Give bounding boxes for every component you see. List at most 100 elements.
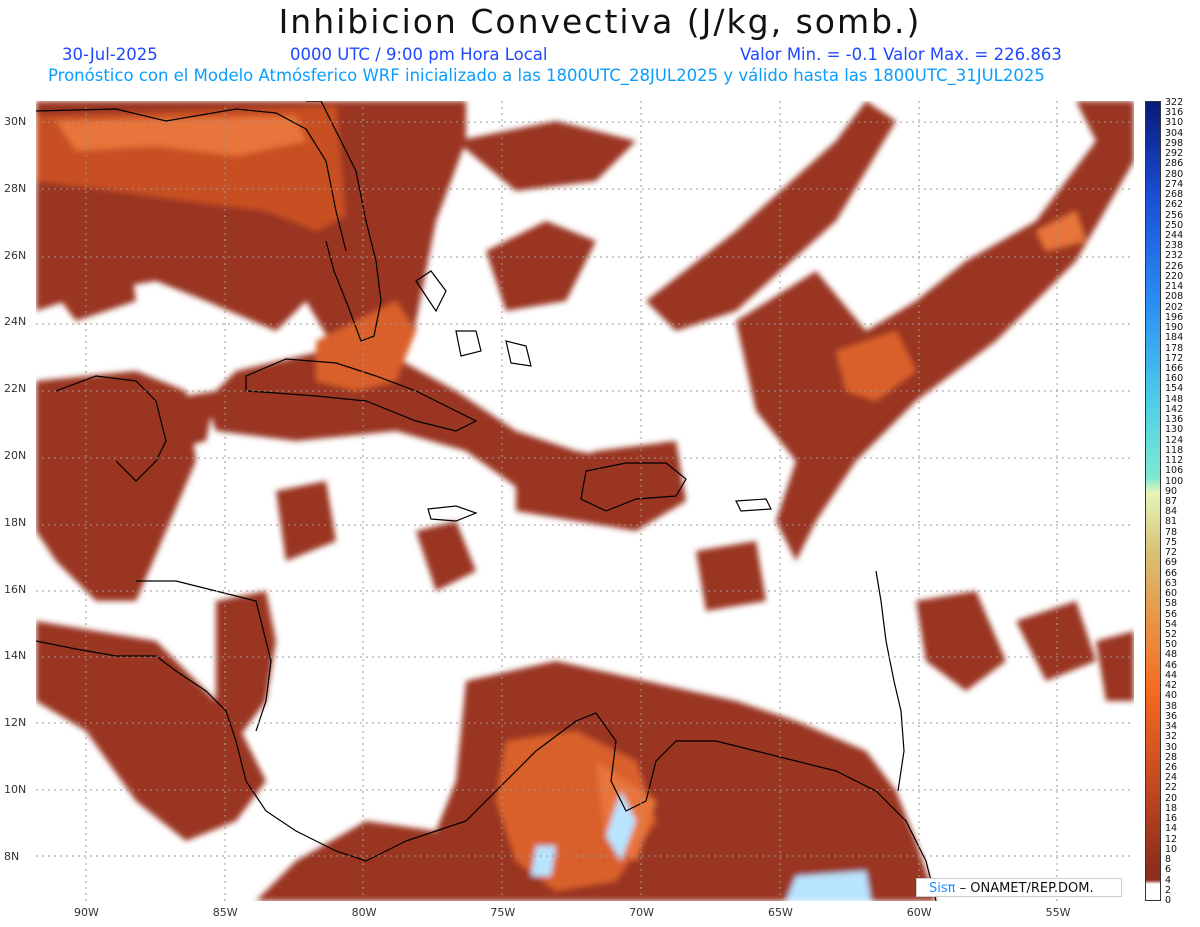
colorbar-tick-label: 56 <box>1165 608 1178 620</box>
colorbar-tick-label: 226 <box>1165 260 1184 272</box>
colorbar-tick-label: 10 <box>1165 843 1178 855</box>
colorbar-tick-label: 268 <box>1165 189 1184 201</box>
lat-label: 26N <box>4 248 27 262</box>
colorbar-tick-label: 75 <box>1165 536 1178 548</box>
lat-label: 14N <box>4 649 27 663</box>
colorbar-tick-label: 28 <box>1165 751 1178 763</box>
lon-label: 65W <box>768 906 793 919</box>
colorbar-tick-label: 202 <box>1165 301 1184 313</box>
colorbar-tick-label: 166 <box>1165 363 1184 374</box>
colorbar-tick-label: 6 <box>1165 864 1172 876</box>
colorbar-tick-label: 22 <box>1165 782 1178 794</box>
credit-box: Sisπ – ONAMET/REP.DOM. <box>916 878 1122 897</box>
valid-date: 30-Jul-2025 <box>62 45 158 64</box>
colorbar-tick-label: 136 <box>1165 414 1184 426</box>
colorbar-tick-label: 48 <box>1165 649 1178 661</box>
colorbar-tick-label: 292 <box>1165 148 1184 160</box>
colorbar-tick-label: 8 <box>1165 854 1172 866</box>
colorbar-tick-label: 14 <box>1165 823 1178 835</box>
colorbar-tick-label: 232 <box>1165 250 1184 262</box>
lat-label: 18N <box>4 515 27 529</box>
colorbar-tick-label: 18 <box>1165 802 1178 814</box>
colorbar-tick-label: 310 <box>1165 117 1184 129</box>
colorbar-tick-label: 178 <box>1165 342 1184 354</box>
colorbar-tick-label: 44 <box>1165 669 1178 681</box>
colorbar-tick-label: 50 <box>1165 639 1178 651</box>
lat-label: 10N <box>4 783 27 796</box>
colorbar-tick-label: 322 <box>1165 97 1184 108</box>
forecast-info: Pronóstico con el Modelo Atmósferico WRF… <box>48 66 1045 85</box>
lat-label: 8N <box>4 849 20 863</box>
lat-label: 30N <box>4 115 27 128</box>
colorbar-tick-label: 81 <box>1165 516 1178 528</box>
colorbar-tick-label: 250 <box>1165 219 1184 231</box>
colorbar-tick-label: 78 <box>1165 526 1178 538</box>
colorbar-tick-label: 63 <box>1165 577 1178 589</box>
colorbar-tick-label: 112 <box>1165 455 1184 467</box>
colorbar-tick-label: 106 <box>1165 465 1184 477</box>
sis-logo-text: Sisπ <box>929 881 956 896</box>
colorbar <box>1145 101 1161 901</box>
colorbar-tick-label: 2 <box>1165 884 1172 896</box>
colorbar-tick-label: 238 <box>1165 240 1184 252</box>
min-max-values: Valor Min. = -0.1 Valor Max. = 226.863 <box>740 45 1062 64</box>
colorbar-tick-label: 0 <box>1165 895 1172 906</box>
lat-label: 20N <box>4 449 27 462</box>
colorbar-tick-label: 20 <box>1165 792 1178 804</box>
colorbar-tick-label: 52 <box>1165 629 1178 640</box>
colorbar-tick-label: 244 <box>1165 230 1184 241</box>
colorbar-tick-label: 66 <box>1165 567 1178 579</box>
colorbar-tick-label: 208 <box>1165 291 1184 303</box>
map-canvas <box>36 101 1134 901</box>
cin-map <box>36 101 1134 901</box>
colorbar-tick-label: 256 <box>1165 209 1184 221</box>
colorbar-tick-label: 298 <box>1165 137 1184 149</box>
colorbar-tick-label: 32 <box>1165 731 1178 743</box>
colorbar-tick-label: 118 <box>1165 444 1184 456</box>
colorbar-tick-label: 72 <box>1165 547 1178 559</box>
map-title: Inhibicion Convectiva (J/kg, somb.) <box>278 2 922 41</box>
colorbar-tick-label: 40 <box>1165 690 1178 702</box>
lon-label: 80W <box>351 906 377 919</box>
colorbar-tick-label: 220 <box>1165 270 1184 282</box>
colorbar-tick-label: 36 <box>1165 710 1178 722</box>
colorbar-tick-label: 87 <box>1165 496 1178 507</box>
colorbar-tick-label: 26 <box>1165 762 1178 773</box>
lon-label: 55W <box>1045 906 1071 919</box>
colorbar-tick-label: 124 <box>1165 434 1184 446</box>
colorbar-tick-label: 60 <box>1165 588 1178 600</box>
colorbar-tick-label: 286 <box>1165 158 1184 170</box>
colorbar-tick-label: 42 <box>1165 680 1178 692</box>
colorbar-tick-label: 154 <box>1165 383 1184 395</box>
colorbar-tick-label: 4 <box>1165 874 1172 886</box>
colorbar-tick-label: 69 <box>1165 557 1178 569</box>
colorbar-tick-label: 316 <box>1165 107 1184 119</box>
lon-label: 90W <box>74 906 99 919</box>
colorbar-tick-label: 172 <box>1165 352 1184 364</box>
lat-label: 28N <box>4 181 27 195</box>
valid-time: 0000 UTC / 9:00 pm Hora Local <box>290 45 548 64</box>
colorbar-tick-label: 160 <box>1165 373 1184 385</box>
colorbar-tick-label: 190 <box>1165 322 1184 334</box>
colorbar-tick-label: 274 <box>1165 178 1184 190</box>
colorbar-tick-label: 100 <box>1165 475 1184 487</box>
colorbar-tick-label: 304 <box>1165 127 1184 139</box>
colorbar-tick-label: 142 <box>1165 403 1184 415</box>
colorbar-tick-label: 280 <box>1165 168 1184 180</box>
colorbar-tick-label: 24 <box>1165 772 1178 784</box>
lat-label: 12N <box>4 716 27 730</box>
colorbar-tick-label: 54 <box>1165 618 1178 630</box>
lat-label: 22N <box>4 382 27 396</box>
colorbar-tick-label: 130 <box>1165 424 1184 436</box>
colorbar-tick-label: 58 <box>1165 598 1178 610</box>
lat-label: 24N <box>4 315 27 329</box>
colorbar-tick-label: 16 <box>1165 813 1178 825</box>
colorbar-tick-label: 30 <box>1165 741 1178 753</box>
lon-label: 75W <box>490 906 516 919</box>
colorbar-tick-label: 38 <box>1165 700 1178 712</box>
colorbar-tick-label: 262 <box>1165 199 1184 211</box>
colorbar-tick-label: 46 <box>1165 659 1178 671</box>
colorbar-tick-label: 184 <box>1165 332 1184 344</box>
colorbar-tick-label: 90 <box>1165 485 1178 497</box>
lon-label: 60W <box>906 906 932 919</box>
